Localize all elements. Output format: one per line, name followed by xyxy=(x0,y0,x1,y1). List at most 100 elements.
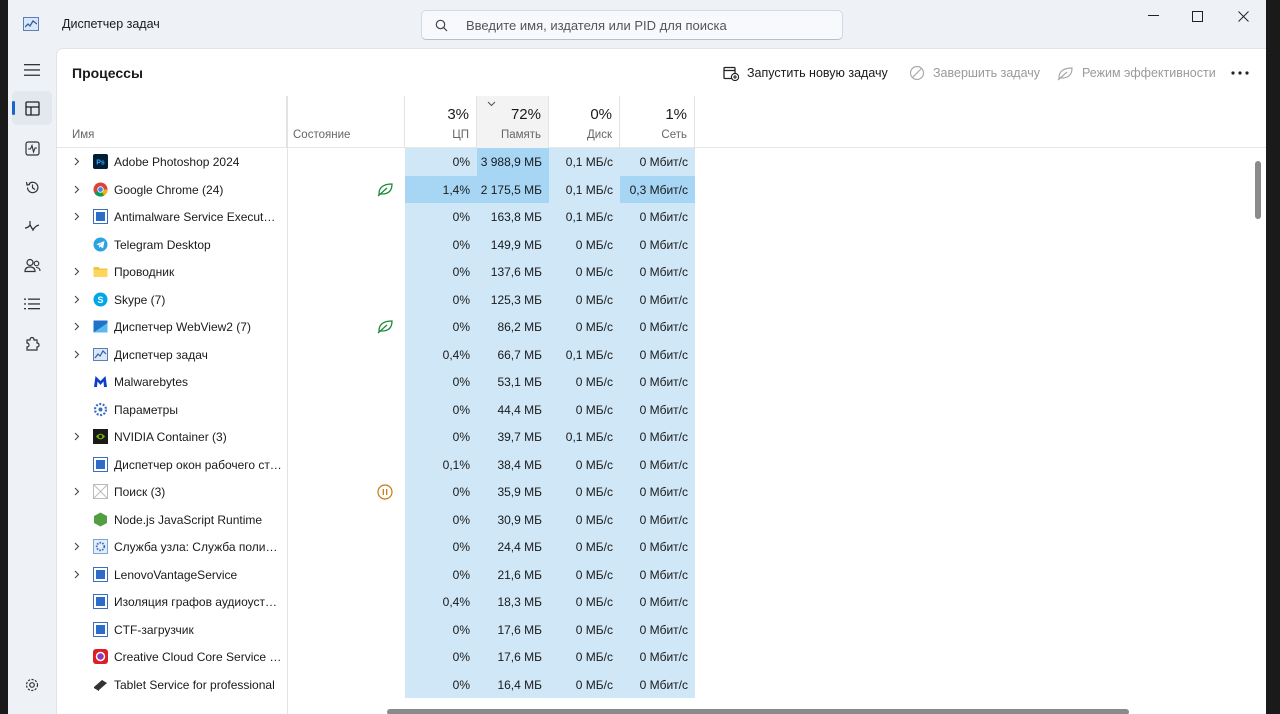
efficiency-mode-button[interactable]: Режим эффективности xyxy=(1057,63,1216,83)
memory-cell: 137,6 МБ xyxy=(477,258,549,286)
svg-text:Ps: Ps xyxy=(96,160,105,167)
maximize-button[interactable] xyxy=(1174,0,1220,32)
close-button[interactable] xyxy=(1220,0,1266,32)
process-row[interactable]: Служба узла: Служба политики 0% 24,4 МБ … xyxy=(57,533,1257,561)
network-cell: 0 Мбит/с xyxy=(620,368,695,396)
process-name: Telegram Desktop xyxy=(114,237,211,252)
process-name: Tablet Service for professional xyxy=(114,677,275,692)
nav-startup-apps[interactable] xyxy=(12,209,52,243)
disk-cell: 0,1 МБ/с xyxy=(549,175,620,203)
column-header-network[interactable]: 1% Сеть xyxy=(620,96,695,148)
network-cell: 0 Мбит/с xyxy=(620,615,695,643)
skype-icon: S xyxy=(93,292,108,307)
efficiency-mode-leaf-icon xyxy=(377,182,393,196)
process-row[interactable]: Antimalware Service Executable 0% 163,8 … xyxy=(57,203,1257,231)
expand-chevron-icon[interactable] xyxy=(74,322,80,331)
expand-chevron-icon[interactable] xyxy=(74,350,80,359)
expand-chevron-icon[interactable] xyxy=(74,212,80,221)
processes-icon xyxy=(24,100,40,116)
nav-processes[interactable] xyxy=(12,91,52,125)
process-row[interactable]: Проводник 0% 137,6 МБ 0 МБ/с 0 Мбит/с xyxy=(57,258,1257,286)
service-icon xyxy=(93,456,108,472)
expand-chevron-icon[interactable] xyxy=(74,432,80,441)
process-row[interactable]: Ps Adobe Photoshop 2024 0% 3 988,9 МБ 0,… xyxy=(57,148,1257,176)
status-indicator xyxy=(377,319,394,337)
search-input[interactable] xyxy=(466,16,826,34)
expand-chevron-icon[interactable] xyxy=(74,487,80,496)
process-row[interactable]: Telegram Desktop 0% 149,9 МБ 0 МБ/с 0 Мб… xyxy=(57,230,1257,258)
disk-cell: 0 МБ/с xyxy=(549,258,620,286)
memory-column-label: Память xyxy=(500,129,541,141)
cpu-cell: 1,4% xyxy=(405,175,477,203)
process-row[interactable]: LenovoVantageService 0% 21,6 МБ 0 МБ/с 0… xyxy=(57,560,1257,588)
minimize-button[interactable] xyxy=(1130,0,1176,32)
process-row[interactable]: Creative Cloud Core Service (32 бита) 0%… xyxy=(57,643,1257,671)
process-row[interactable]: Tablet Service for professional 0% 16,4 … xyxy=(57,670,1257,698)
process-row[interactable]: CTF-загрузчик 0% 17,6 МБ 0 МБ/с 0 Мбит/с xyxy=(57,615,1257,643)
expand-chevron-icon[interactable] xyxy=(74,267,80,276)
cpu-cell: 0% xyxy=(405,615,477,643)
horizontal-scrollbar[interactable] xyxy=(387,709,1129,714)
process-row[interactable]: Диспетчер WebView2 (7) 0% 86,2 МБ 0 МБ/с… xyxy=(57,313,1257,341)
details-list-icon xyxy=(24,298,40,310)
process-row[interactable]: NVIDIA Container (3) 0% 39,7 МБ 0,1 МБ/с… xyxy=(57,423,1257,451)
taskmgr-icon xyxy=(93,347,108,362)
settings-gear-icon xyxy=(93,402,108,417)
search-box[interactable] xyxy=(421,10,843,40)
maximize-icon xyxy=(1191,10,1203,22)
process-name: Malwarebytes xyxy=(114,375,189,389)
memory-cell: 21,6 МБ xyxy=(477,560,549,588)
end-task-button[interactable]: Завершить задачу xyxy=(909,63,1040,83)
disk-column-label: Диск xyxy=(587,129,612,141)
memory-cell: 2 175,5 МБ xyxy=(477,175,549,203)
nav-users[interactable] xyxy=(12,248,52,282)
cpu-cell: 0% xyxy=(405,478,477,506)
expand-chevron-icon[interactable] xyxy=(74,157,80,166)
page-title: Процессы xyxy=(72,65,143,81)
column-header-status[interactable]: Состояние xyxy=(287,96,405,148)
network-cell: 0 Мбит/с xyxy=(620,533,695,561)
network-cell: 0 Мбит/с xyxy=(620,423,695,451)
navigation-sidebar xyxy=(8,48,56,714)
expand-chevron-icon[interactable] xyxy=(74,542,80,551)
process-row[interactable]: Изоляция графов аудиоустройств 0,4% 18,3… xyxy=(57,588,1257,616)
memory-cell: 125,3 МБ xyxy=(477,285,549,313)
process-row[interactable]: Параметры 0% 44,4 МБ 0 МБ/с 0 Мбит/с xyxy=(57,395,1257,423)
run-new-task-label: Запустить новую задачу xyxy=(747,66,888,80)
nav-details[interactable] xyxy=(12,287,52,321)
cpu-column-label: ЦП xyxy=(452,129,469,141)
expand-chevron-icon[interactable] xyxy=(74,570,80,579)
process-row[interactable]: Node.js JavaScript Runtime 0% 30,9 МБ 0 … xyxy=(57,505,1257,533)
cpu-cell: 0% xyxy=(405,258,477,286)
run-new-task-button[interactable]: Запустить новую задачу xyxy=(723,63,888,83)
run-task-icon xyxy=(723,66,739,81)
vertical-scrollbar[interactable] xyxy=(1255,161,1261,219)
memory-cell: 44,4 МБ xyxy=(477,395,549,423)
app-title: Диспетчер задач xyxy=(62,17,160,31)
process-row[interactable]: S Skype (7) 0% 125,3 МБ 0 МБ/с 0 Мбит/с xyxy=(57,285,1257,313)
column-header-cpu[interactable]: 3% ЦП xyxy=(405,96,477,148)
services-puzzle-icon xyxy=(26,336,40,351)
process-row[interactable]: Диспетчер окон рабочего стола 0,1% 38,4 … xyxy=(57,450,1257,478)
cpu-cell: 0,1% xyxy=(405,450,477,478)
chrome-icon xyxy=(93,182,108,197)
nav-settings[interactable] xyxy=(12,668,52,702)
task-manager-window: Диспетчер задач Введите имя, издателя ил… xyxy=(8,0,1266,714)
nav-services[interactable] xyxy=(12,327,52,361)
column-header-disk[interactable]: 0% Диск xyxy=(549,96,620,148)
column-header-name[interactable]: Имя xyxy=(57,96,287,148)
hamburger-menu-button[interactable] xyxy=(12,53,52,87)
disk-cell: 0 МБ/с xyxy=(549,643,620,671)
nav-performance[interactable] xyxy=(12,131,52,165)
column-header-memory[interactable]: 72% Память xyxy=(477,96,549,148)
process-row[interactable]: Поиск (3) 0% 35,9 МБ 0 МБ/с 0 Мбит/с xyxy=(57,478,1257,506)
service-icon xyxy=(93,594,108,609)
expand-chevron-icon[interactable] xyxy=(74,295,80,304)
process-row[interactable]: Диспетчер задач 0,4% 66,7 МБ 0,1 МБ/с 0 … xyxy=(57,340,1257,368)
more-options-button[interactable] xyxy=(1231,63,1257,83)
end-task-icon xyxy=(909,65,925,81)
process-row[interactable]: Google Chrome (24) 1,4% 2 175,5 МБ 0,1 М… xyxy=(57,175,1257,203)
expand-chevron-icon[interactable] xyxy=(74,185,80,194)
nav-app-history[interactable] xyxy=(12,170,52,204)
process-row[interactable]: Malwarebytes 0% 53,1 МБ 0 МБ/с 0 Мбит/с xyxy=(57,368,1257,396)
